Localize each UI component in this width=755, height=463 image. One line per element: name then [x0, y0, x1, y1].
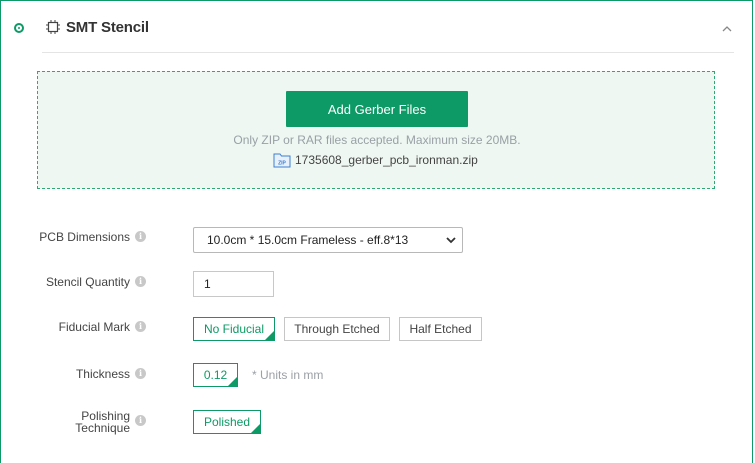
radio-dot-icon [14, 23, 24, 33]
gerber-upload-dropzone[interactable]: Add Gerber Files Only ZIP or RAR files a… [37, 71, 715, 189]
chevron-up-icon[interactable] [721, 24, 733, 34]
add-gerber-files-button[interactable]: Add Gerber Files [286, 91, 468, 127]
fiducial-option-half-etched[interactable]: Half Etched [399, 317, 482, 341]
chevron-down-icon [446, 237, 456, 244]
stencil-quantity-input[interactable] [193, 271, 274, 297]
upload-hint: Only ZIP or RAR files accepted. Maximum … [233, 133, 521, 147]
zip-file-icon: ZIP [273, 153, 291, 168]
stencil-quantity-label: Stencil Quantity [45, 275, 130, 289]
header-divider [42, 52, 734, 53]
info-icon[interactable]: i [135, 321, 146, 332]
thickness-label: Thickness [75, 367, 130, 381]
pcb-dimensions-label: PCB Dimensions [39, 230, 130, 244]
polishing-label-line2: Technique [75, 421, 130, 435]
fiducial-option-through-etched[interactable]: Through Etched [284, 317, 390, 341]
chip-icon [46, 20, 60, 34]
info-icon[interactable]: i [135, 415, 146, 426]
fiducial-option-no-fiducial[interactable]: No Fiducial [193, 317, 275, 341]
section-header[interactable]: SMT Stencil [0, 0, 755, 54]
thickness-option[interactable]: 0.12 [193, 363, 238, 387]
polishing-technique-label: Polishing Technique [30, 410, 130, 434]
fiducial-mark-label: Fiducial Mark [58, 320, 130, 334]
section-title: SMT Stencil [66, 19, 149, 36]
info-icon[interactable]: i [135, 231, 146, 242]
info-icon[interactable]: i [135, 368, 146, 379]
zip-file-icon-label: ZIP [278, 161, 286, 167]
polishing-option[interactable]: Polished [193, 410, 261, 434]
pcb-dimensions-select[interactable]: 10.0cm * 15.0cm Frameless - eff.8*13 [193, 227, 463, 253]
pcb-dimensions-value: 10.0cm * 15.0cm Frameless - eff.8*13 [207, 233, 409, 247]
uploaded-file[interactable]: ZIP 1735608_gerber_pcb_ironman.zip [273, 151, 478, 169]
units-note: * Units in mm [252, 368, 324, 382]
file-name: 1735608_gerber_pcb_ironman.zip [295, 153, 478, 167]
info-icon[interactable]: i [135, 276, 146, 287]
